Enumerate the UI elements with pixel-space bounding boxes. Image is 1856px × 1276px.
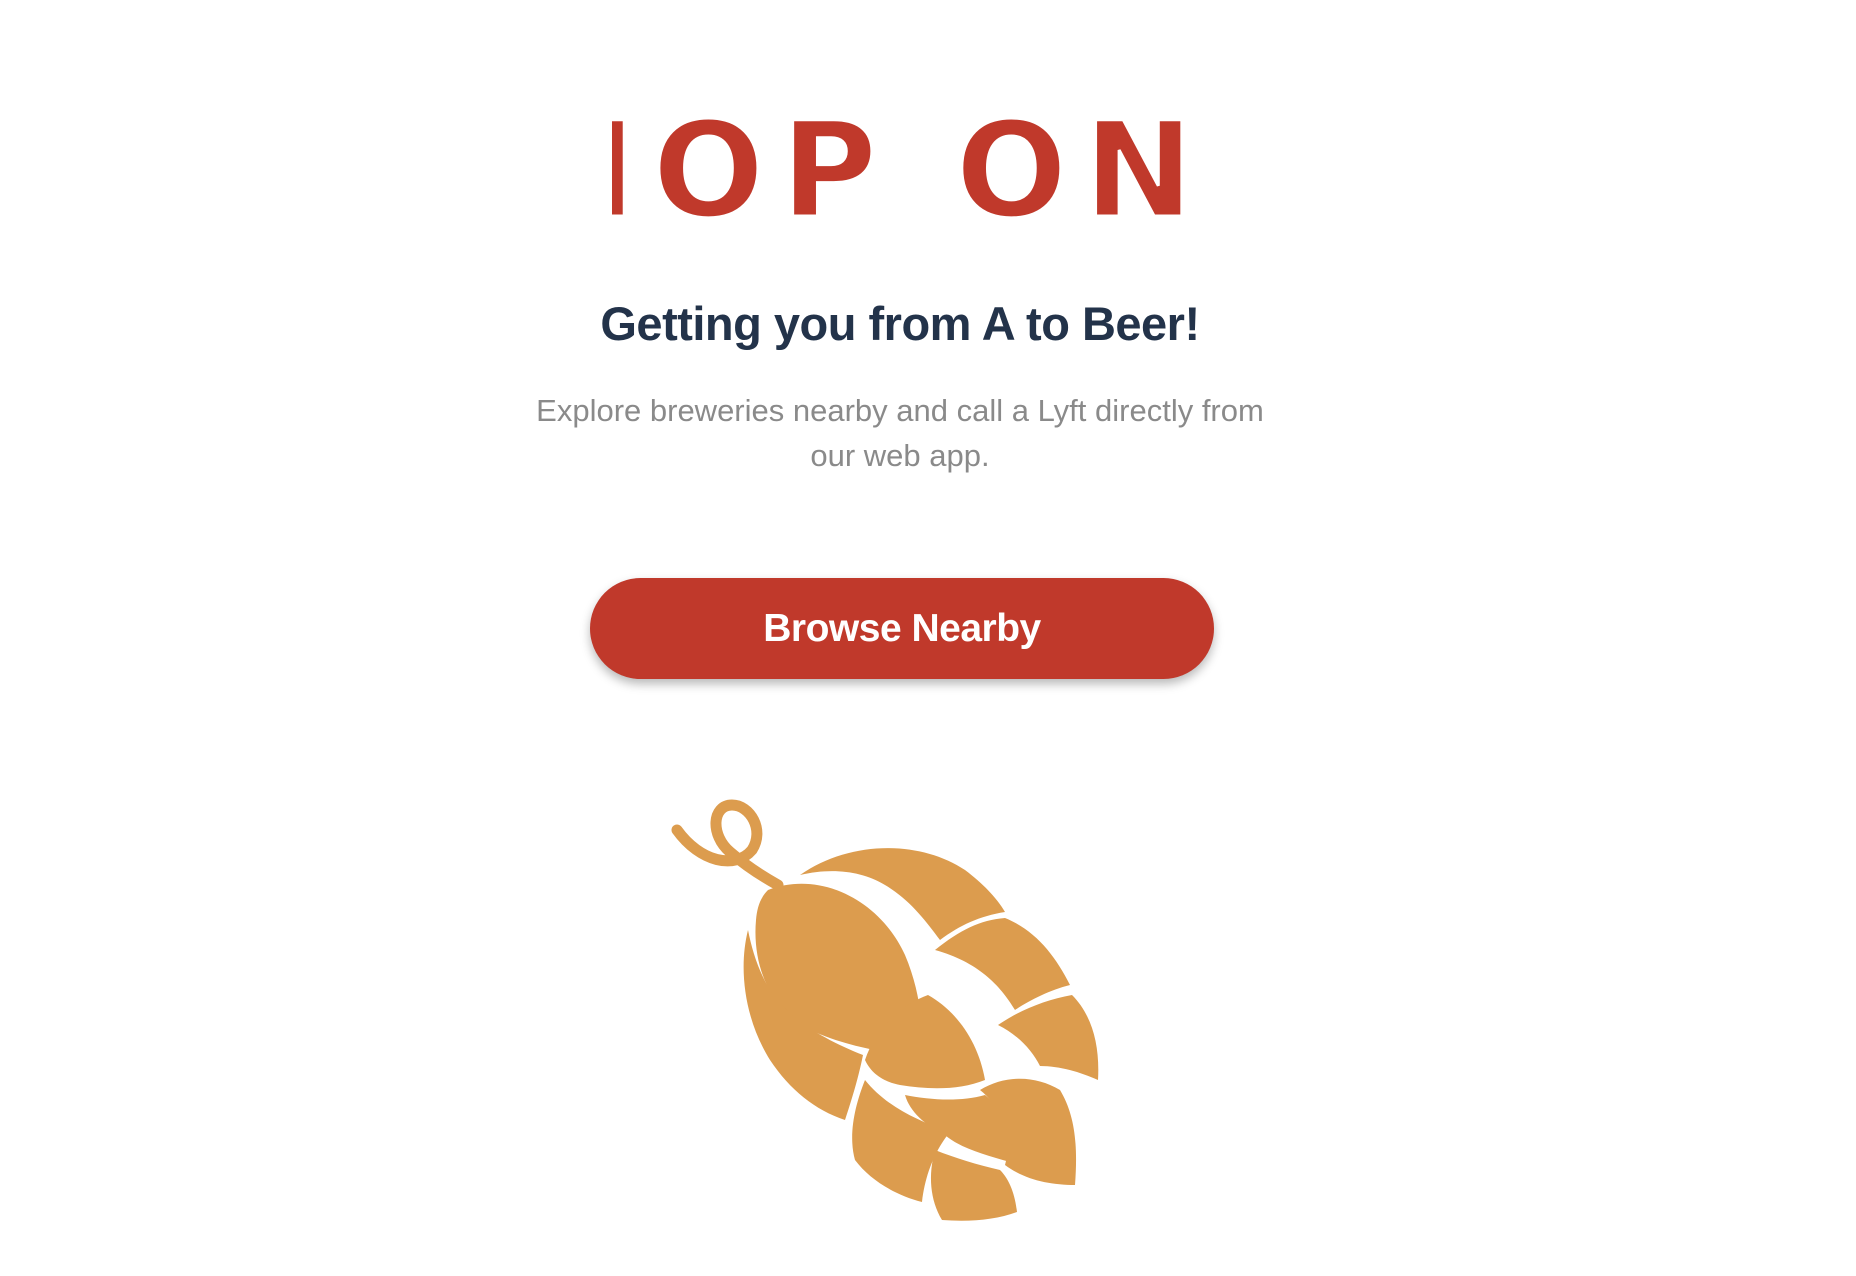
logo-text: HOP ON!	[612, 108, 1200, 228]
landing-page: HOP ON! Getting you from A to Beer! Expl…	[0, 0, 1856, 1276]
hop-on-logo: HOP ON!	[612, 108, 1200, 228]
tagline: Getting you from A to Beer!	[600, 297, 1200, 350]
hop-cone-icon	[671, 799, 1099, 1221]
description: Explore breweries nearby and call a Lyft…	[536, 393, 1264, 473]
browse-nearby-button[interactable]: Browse Nearby	[590, 578, 1214, 679]
